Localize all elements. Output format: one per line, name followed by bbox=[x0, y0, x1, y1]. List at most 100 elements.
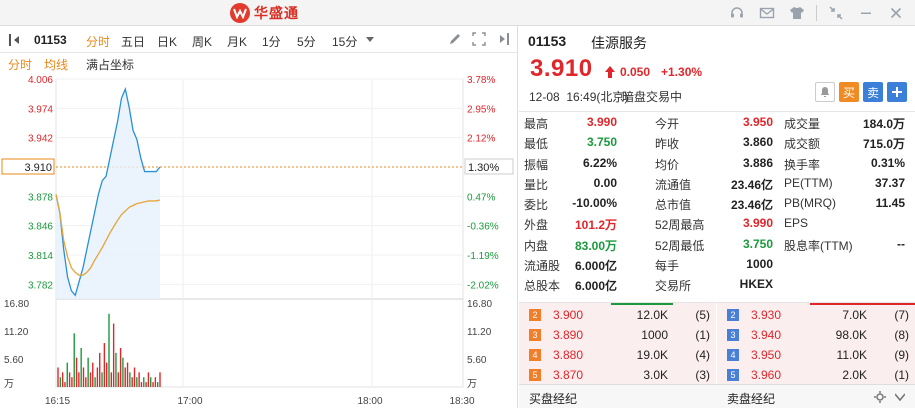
stat-value: 184.0万 bbox=[862, 117, 905, 131]
stats-grid: 最高 3.990 今开 3.950 成交量 184.0万 最低 3.750 昨收 3.860 成交额… bbox=[519, 111, 915, 295]
stat-label: 今开 bbox=[655, 117, 680, 131]
quote-panel: 01153 佳源服务 3.910 0.050 +1.30% 12-08 16:4… bbox=[519, 26, 915, 408]
pencil-icon[interactable] bbox=[448, 32, 462, 46]
bid-price[interactable]: 3.900 bbox=[553, 308, 583, 322]
buy-button[interactable]: 买 bbox=[839, 82, 859, 102]
stat-value: 3.750 bbox=[742, 236, 773, 251]
subtab-minute[interactable]: 分时 bbox=[8, 56, 32, 73]
ask-price[interactable]: 3.950 bbox=[751, 348, 781, 362]
title-bar: 华盛通 bbox=[0, 0, 915, 26]
stat-label: 交易所 bbox=[655, 279, 692, 294]
intraday-chart[interactable]: 4.006 3.78% 3.974 2.95% 3.942 2.12% 3.910 1.30%… bbox=[0, 73, 518, 408]
stat-value: HKEX bbox=[739, 277, 773, 292]
bid-price[interactable]: 3.880 bbox=[553, 348, 583, 362]
tab-5day[interactable]: 五日 bbox=[121, 33, 145, 50]
volume-tick-label-right: 16.80 bbox=[467, 299, 492, 310]
time-tick-label: 18:00 bbox=[357, 396, 382, 407]
price-tick-label: 3.974 bbox=[28, 104, 53, 115]
tab-intraday[interactable]: 分时 bbox=[86, 33, 110, 50]
bid-level-row: 3 3.890 1000 (1) bbox=[519, 325, 716, 345]
minimize-icon[interactable] bbox=[855, 3, 877, 23]
stats-row: 量比 0.00 流通值 23.46亿 PE(TTM) 37.37 bbox=[519, 173, 915, 193]
stats-row: 最低 3.750 昨收 3.860 成交额 715.0万 bbox=[519, 132, 915, 152]
bid-price[interactable]: 3.890 bbox=[553, 328, 583, 342]
stat-label: 最高 bbox=[524, 117, 549, 131]
stat-label: 内盘 bbox=[524, 238, 549, 253]
expand-icon[interactable] bbox=[472, 32, 486, 46]
bid-order-count: (3) bbox=[695, 368, 710, 382]
time-tick-label: 18:30 bbox=[449, 396, 474, 407]
bid-level-index: 4 bbox=[529, 349, 541, 361]
tab-daily-k[interactable]: 日K bbox=[157, 33, 177, 50]
collapse-right-icon[interactable] bbox=[496, 32, 510, 46]
pct-tick-label: 0.47% bbox=[467, 192, 495, 203]
ask-level-row: 3 3.940 98.0K (8) bbox=[717, 325, 915, 345]
bid-order-count: (1) bbox=[695, 328, 710, 342]
subtab-avg-line[interactable]: 均线 bbox=[44, 56, 68, 73]
buy-broker-label[interactable]: 买盘经纪 bbox=[529, 390, 577, 407]
stat-label: PB(MRQ) bbox=[784, 196, 836, 211]
pct-tick-label: 2.95% bbox=[467, 104, 495, 115]
headset-icon[interactable] bbox=[726, 3, 748, 23]
caret-down-icon[interactable] bbox=[893, 390, 907, 404]
stats-row: 委比 -10.00% 总市值 23.46亿 PB(MRQ) 11.45 bbox=[519, 193, 915, 213]
stat-value: 83.00万 bbox=[574, 238, 617, 253]
stat-value: 6.000亿 bbox=[574, 279, 617, 294]
tab-1min[interactable]: 1分 bbox=[262, 33, 281, 50]
stat-label: 流通值 bbox=[655, 177, 692, 192]
chart-toolbar: 01153 分时 五日 日K 周K 月K 1分 5分 15分 bbox=[0, 26, 518, 53]
plus-icon bbox=[892, 87, 902, 97]
collapse-panel-icon[interactable] bbox=[8, 33, 24, 47]
bid-level-index: 5 bbox=[529, 369, 541, 381]
sell-broker-label[interactable]: 卖盘经纪 bbox=[727, 390, 775, 407]
bell-icon bbox=[821, 87, 829, 97]
skin-icon[interactable] bbox=[786, 3, 808, 23]
stat-label: 成交额 bbox=[784, 137, 821, 152]
subtab-full-coordinate[interactable]: 满占坐标 bbox=[86, 56, 134, 73]
close-icon[interactable] bbox=[885, 3, 907, 23]
ask-price[interactable]: 3.940 bbox=[751, 328, 781, 342]
stat-label: 流通股 bbox=[524, 259, 561, 274]
sell-button[interactable]: 卖 bbox=[863, 82, 883, 102]
bid-volume: 12.0K bbox=[636, 308, 668, 322]
stat-value: 3.860 bbox=[742, 135, 773, 150]
volume-tick-label: 万 bbox=[4, 379, 14, 390]
ask-level-index: 3 bbox=[727, 329, 739, 341]
ask-price[interactable]: 3.960 bbox=[751, 368, 781, 382]
bid-volume: 19.0K bbox=[636, 348, 668, 362]
stat-label: 成交量 bbox=[784, 117, 821, 131]
ask-level-row: 4 3.950 11.0K (9) bbox=[717, 345, 915, 365]
stat-value: -10.00% bbox=[572, 196, 617, 211]
price-tick-label: 3.814 bbox=[28, 251, 53, 262]
ask-volume: 2.0K bbox=[842, 368, 867, 382]
order-book: 2 3.900 12.0K (5) 3 3.890 1000 (1) 4 3.880 19.0K (4… bbox=[519, 302, 915, 385]
add-watchlist-button[interactable] bbox=[887, 82, 907, 102]
stat-label: PE(TTM) bbox=[784, 175, 833, 190]
stats-row: 最高 3.990 今开 3.950 成交量 184.0万 bbox=[519, 112, 915, 132]
window-separator bbox=[816, 5, 817, 21]
price-change-pct: +1.30% bbox=[661, 65, 703, 79]
tab-monthly-k[interactable]: 月K bbox=[227, 33, 247, 50]
pct-tick-label: -0.36% bbox=[467, 222, 499, 233]
tab-15min[interactable]: 15分 bbox=[332, 33, 357, 50]
bid-level-index: 2 bbox=[529, 309, 541, 321]
mail-icon[interactable] bbox=[756, 3, 778, 23]
tab-5min[interactable]: 5分 bbox=[297, 33, 316, 50]
price-tick-label: 3.846 bbox=[28, 222, 53, 233]
shrink-icon[interactable] bbox=[825, 3, 847, 23]
ask-price[interactable]: 3.930 bbox=[751, 308, 781, 322]
settings-icon[interactable] bbox=[873, 390, 887, 404]
bid-price[interactable]: 3.870 bbox=[553, 368, 583, 382]
stat-label: 外盘 bbox=[524, 218, 549, 233]
ask-order-count: (7) bbox=[894, 308, 909, 322]
bid-level-row: 5 3.870 3.0K (3) bbox=[519, 365, 716, 385]
chart-subtabs: 分时 均线 满占坐标 bbox=[0, 53, 518, 73]
stat-value: 23.46亿 bbox=[730, 198, 773, 213]
tab-weekly-k[interactable]: 周K bbox=[192, 33, 212, 50]
bid-level-index: 3 bbox=[529, 329, 541, 341]
stat-value: 37.37 bbox=[874, 175, 905, 190]
chevron-down-icon[interactable] bbox=[366, 37, 374, 43]
stat-label: 总股本 bbox=[524, 279, 561, 294]
bid-volume: 1000 bbox=[641, 328, 668, 342]
alert-bell-button[interactable] bbox=[815, 82, 835, 102]
